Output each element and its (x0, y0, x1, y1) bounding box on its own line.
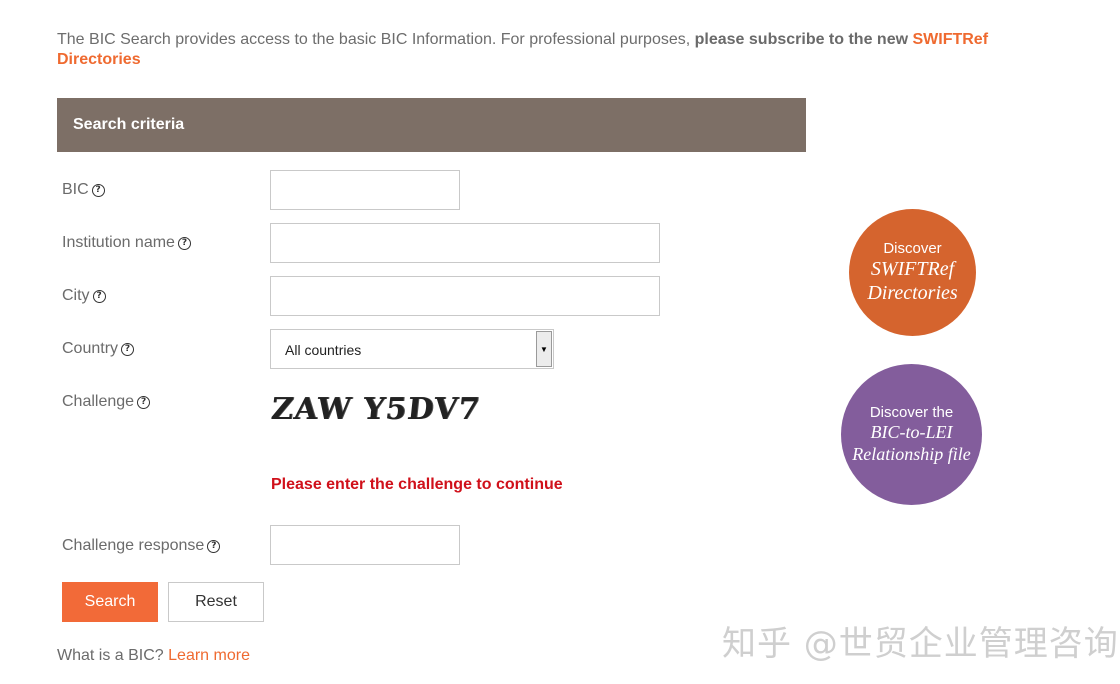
what-is-bic: What is a BIC? Learn more (57, 647, 250, 665)
challenge-response-label: Challenge response (62, 537, 205, 554)
country-label: Country (62, 340, 119, 357)
city-label-row: City ? (62, 287, 106, 305)
help-icon[interactable]: ? (177, 236, 191, 250)
promo-line: Relationship file (852, 444, 971, 464)
bic-label: BIC (62, 181, 89, 198)
intro-plain: The BIC Search provides access to the ba… (57, 31, 695, 48)
captcha-text: ZAW Y5DV7 (269, 392, 482, 427)
learn-more-link[interactable]: Learn more (168, 647, 250, 664)
institution-name-input[interactable] (270, 223, 660, 263)
city-label: City (62, 287, 90, 304)
intro-bold: please subscribe to the new (694, 31, 913, 48)
institution-label: Institution name (62, 234, 175, 251)
help-icon[interactable]: ? (121, 342, 135, 356)
challenge-label-row: Challenge ? (62, 393, 151, 411)
search-criteria-header: Search criteria (57, 98, 806, 152)
promo-line: Discover (883, 240, 942, 257)
what-is-bic-text: What is a BIC? (57, 647, 169, 664)
watermark: 知乎 @世贸企业管理咨询 (722, 624, 1119, 664)
help-icon[interactable]: ? (207, 539, 221, 553)
help-icon[interactable]: ? (92, 289, 106, 303)
country-select[interactable]: All countries ▼ (270, 329, 554, 369)
promo-line: SWIFTRef (870, 258, 955, 280)
reset-button[interactable]: Reset (168, 582, 264, 622)
promo-line: Directories (867, 282, 958, 304)
country-selected-value: All countries (285, 342, 362, 358)
intro-text: The BIC Search provides access to the ba… (57, 30, 1007, 70)
promo-line: Discover the (869, 404, 954, 421)
discover-bic-to-lei-promo[interactable]: Discover the BIC-to-LEI Relationship fil… (841, 364, 982, 505)
chevron-down-icon[interactable]: ▼ (536, 331, 552, 367)
challenge-response-label-row: Challenge response ? (62, 537, 221, 555)
challenge-error-message: Please enter the challenge to continue (271, 476, 563, 493)
search-button[interactable]: Search (62, 582, 158, 622)
challenge-response-input[interactable] (270, 525, 460, 565)
city-input[interactable] (270, 276, 660, 316)
help-icon[interactable]: ? (91, 183, 105, 197)
bic-input[interactable] (270, 170, 460, 210)
challenge-label: Challenge (62, 393, 135, 410)
bic-label-row: BIC ? (62, 181, 105, 199)
country-label-row: Country ? (62, 340, 135, 358)
help-icon[interactable]: ? (137, 395, 151, 409)
discover-swiftref-promo[interactable]: Discover SWIFTRef Directories (849, 209, 976, 336)
institution-label-row: Institution name ? (62, 234, 191, 252)
promo-line: BIC-to-LEI (870, 422, 953, 442)
